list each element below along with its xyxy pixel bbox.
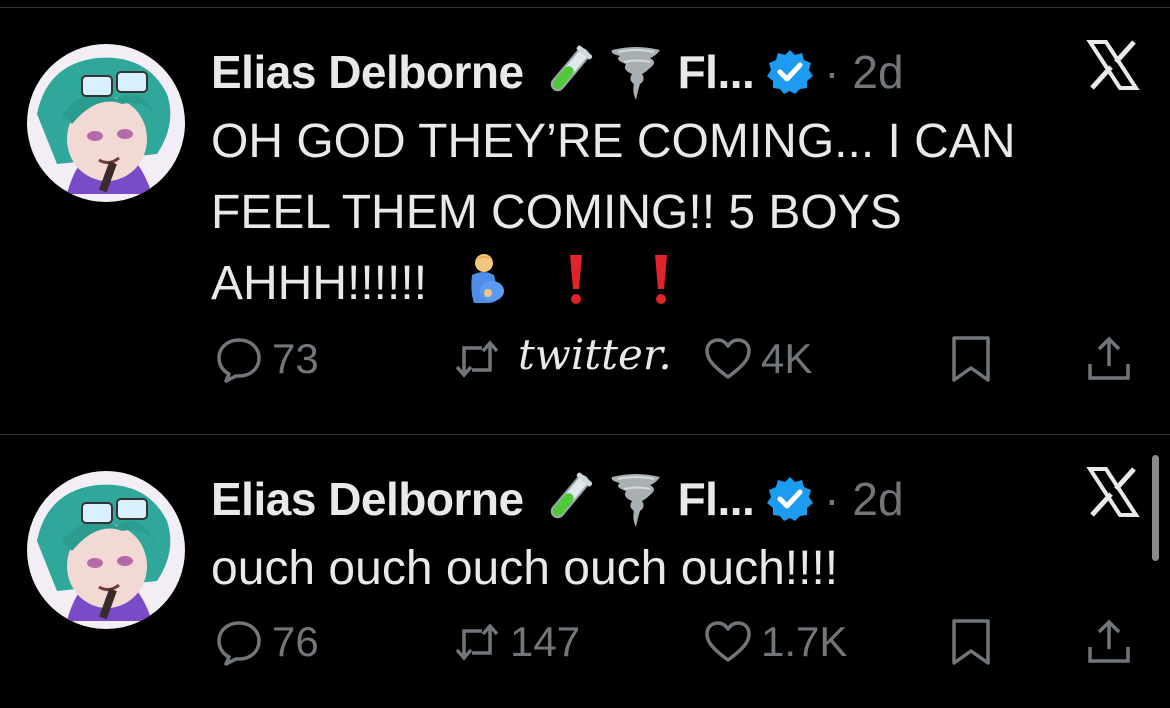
like-button[interactable]: 4K: [703, 334, 812, 384]
heart-icon: [705, 621, 751, 662]
bookmark-icon: [952, 336, 990, 382]
tornado-icon: [606, 469, 666, 529]
avatar[interactable]: [27, 44, 185, 202]
reply-count: 76: [272, 618, 319, 665]
x-logo-icon[interactable]: [1086, 38, 1140, 92]
timeline: Elias Delborne Fl... · 2d OH GOD THEY’RE…: [0, 0, 1170, 708]
watermark: twitter.: [518, 330, 672, 379]
author-name[interactable]: Elias Delborne: [211, 472, 524, 526]
test-tube-icon: [538, 469, 598, 529]
verified-badge-icon: [766, 48, 814, 96]
timestamp[interactable]: · 2d: [824, 45, 903, 99]
avatar[interactable]: [27, 471, 185, 629]
tweet-text-line: AHHH!!!!!!: [211, 257, 428, 310]
exclamation-emoji-icon: [548, 251, 604, 307]
share-icon: [1088, 619, 1130, 663]
tweet-text-line: ouch ouch ouch ouch ouch!!!!: [211, 542, 839, 595]
repost-button[interactable]: [452, 334, 510, 384]
bookmark-button[interactable]: [946, 334, 996, 384]
tornado-icon: [606, 42, 666, 102]
like-button[interactable]: 1.7K: [703, 617, 847, 667]
tweet-text: OH GOD THEY’RE COMING... I CAN FEEL THEM…: [211, 106, 1111, 319]
tweet-actions: 76 147 1.7K: [0, 617, 1170, 677]
bookmark-icon: [952, 619, 990, 665]
tweet-text-line: FEEL THEM COMING!! 5 BOYS: [211, 186, 902, 239]
author-handle[interactable]: Fl...: [678, 472, 755, 526]
reply-icon: [217, 338, 261, 383]
bookmark-button[interactable]: [946, 617, 996, 667]
tweet-text-line-with-emoji: AHHH!!!!!!: [211, 248, 1111, 319]
reply-button[interactable]: 73: [214, 334, 319, 384]
pregnant-man-emoji-icon: [458, 251, 514, 307]
like-count: 1.7K: [761, 618, 848, 665]
exclamation-emoji-icon: [633, 251, 689, 307]
reply-count: 73: [272, 335, 319, 382]
x-logo-icon[interactable]: [1086, 465, 1140, 519]
repost-icon: [455, 623, 499, 661]
repost-icon: [455, 340, 499, 378]
tweet-text: ouch ouch ouch ouch ouch!!!!: [211, 533, 1111, 604]
share-icon: [1088, 336, 1130, 380]
repost-count: 147: [510, 618, 581, 665]
tweet-text-line: OH GOD THEY’RE COMING... I CAN: [211, 115, 1016, 168]
share-button[interactable]: [1084, 334, 1134, 384]
scrollbar[interactable]: [1152, 455, 1159, 561]
repost-button[interactable]: 147: [452, 617, 580, 667]
tweet[interactable]: Elias Delborne Fl...: [0, 435, 1170, 708]
author-handle[interactable]: Fl...: [678, 45, 755, 99]
reply-button[interactable]: 76: [214, 617, 319, 667]
verified-badge-icon: [766, 475, 814, 523]
timestamp[interactable]: · 2d: [824, 472, 903, 526]
tweet-header: Elias Delborne Fl... · 2d: [211, 42, 904, 102]
test-tube-icon: [538, 42, 598, 102]
reply-icon: [217, 621, 261, 666]
like-count: 4K: [761, 335, 813, 382]
share-button[interactable]: [1084, 617, 1134, 667]
tweet-header: Elias Delborne Fl... · 2d: [211, 469, 904, 529]
author-name[interactable]: Elias Delborne: [211, 45, 524, 99]
heart-icon: [705, 338, 751, 379]
